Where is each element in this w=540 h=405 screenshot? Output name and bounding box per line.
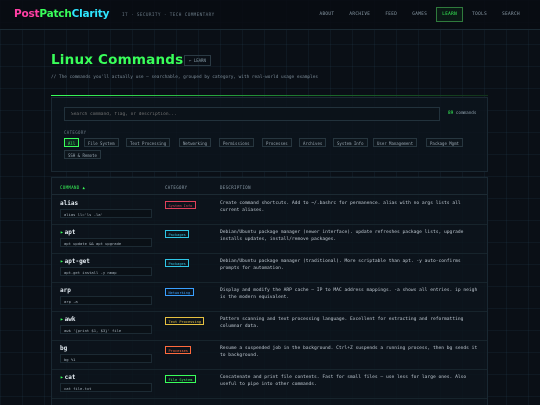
nav-search[interactable]: SEARCH — [496, 7, 526, 22]
command-label: cat — [64, 374, 76, 381]
header-category[interactable]: CATEGORY — [165, 185, 187, 190]
table-row[interactable]: alias alias ll='ls -la' System Info Create … — [52, 196, 487, 225]
command-example: apt-get install -y nmap — [60, 267, 152, 276]
page-subtitle: // The commands you'll actually use — se… — [51, 75, 318, 80]
category-badge[interactable]: Text Processing — [165, 317, 205, 325]
command-description: Pattern scanning and text processing lan… — [220, 317, 464, 329]
page-title: Linux Commands — [51, 52, 184, 68]
logo-part-post: Post — [14, 8, 40, 20]
command-example: bg %1 — [60, 354, 152, 363]
table-row[interactable]: arp arp -a Networking Display and modify th… — [52, 283, 487, 312]
command-label: apt-get — [64, 258, 90, 265]
table-row[interactable]: ▸apt-get apt-get install -y nmap Packages D… — [52, 254, 487, 283]
table-row[interactable]: ▸awk awk '{print $1, $3}' file Text Proces… — [52, 312, 487, 341]
nav-about[interactable]: ABOUT — [313, 7, 340, 22]
nav-tools[interactable]: TOOLS — [466, 7, 493, 22]
header-command[interactable]: COMMAND ▲ — [60, 185, 85, 190]
command-label: alias — [60, 200, 79, 207]
logo-part-clarity: Clarity — [71, 8, 110, 20]
chip-system-info[interactable]: System Info — [333, 138, 368, 147]
expand-arrow-icon[interactable]: ▸ — [60, 374, 64, 381]
command-example: alias ll='ls -la' — [60, 209, 152, 218]
command-name: ▸apt-get — [60, 258, 90, 265]
chip-user-management[interactable]: User Management — [373, 138, 418, 147]
table-row[interactable]: bg bg %1 Processes Resume a suspended job i… — [52, 341, 487, 370]
category-label: CATEGORY — [64, 130, 87, 135]
category-badge[interactable]: Packages — [165, 230, 190, 238]
chip-archives[interactable]: Archives — [299, 138, 327, 147]
back-to-learn-link[interactable]: ← LEARN — [184, 55, 211, 66]
category-badge[interactable]: Processes — [165, 346, 192, 354]
table-row[interactable]: ▸cat cat file.txt File System Concatenate a… — [52, 370, 487, 399]
table-header: COMMAND ▲ CATEGORY DESCRIPTION — [52, 178, 487, 195]
nav-archive[interactable]: ARCHIVE — [343, 7, 376, 22]
chip-ssh-remote[interactable]: SSH & Remote — [64, 150, 101, 159]
command-name: ▸cat — [60, 374, 75, 381]
nav-learn[interactable]: LEARN — [436, 7, 464, 22]
nav-feed[interactable]: FEED — [379, 7, 403, 22]
chip-permissions[interactable]: Permissions — [219, 138, 254, 147]
filter-panel: 89 commands CATEGORY All File System Tex… — [51, 97, 488, 172]
category-badge[interactable]: Networking — [165, 288, 194, 296]
expand-arrow-icon[interactable]: ▸ — [60, 316, 64, 323]
expand-arrow-icon[interactable]: ▸ — [60, 229, 64, 236]
header-description: DESCRIPTION — [220, 185, 251, 190]
table-row[interactable]: ▸apt apt update && apt upgrade Packages Deb… — [52, 225, 487, 254]
command-count: 89 commands — [448, 111, 476, 116]
command-name: bg — [60, 345, 67, 352]
command-example: arp -a — [60, 296, 152, 305]
command-description: Create command shortcuts. Add to ~/.bash… — [220, 201, 461, 213]
command-example: awk '{print $1, $3}' file — [60, 325, 152, 334]
chip-processes[interactable]: Processes — [262, 138, 292, 147]
logo-part-patch: Patch — [39, 8, 72, 20]
chip-all[interactable]: All — [64, 138, 80, 147]
command-name: ▸apt — [60, 229, 75, 236]
nav-games[interactable]: GAMES — [406, 7, 433, 22]
command-description: Debian/Ubuntu package manager (tradition… — [220, 259, 461, 271]
chip-text-processing[interactable]: Text Processing — [126, 138, 171, 147]
command-example: apt update && apt upgrade — [60, 238, 152, 247]
command-name: ▸awk — [60, 316, 75, 323]
command-description: Debian/Ubuntu package manager (newer int… — [220, 230, 464, 242]
title-divider — [51, 95, 488, 96]
chip-package-mgmt[interactable]: Package Mgmt — [426, 138, 463, 147]
command-label: apt — [64, 229, 76, 236]
command-example: cat file.txt — [60, 383, 152, 392]
category-badge[interactable]: Packages — [165, 259, 190, 267]
command-label: bg — [60, 345, 68, 352]
expand-arrow-icon[interactable]: ▸ — [60, 258, 64, 265]
top-bar: PostPatchClarity IT · SECURITY · TECH CO… — [0, 0, 540, 30]
command-count-label: commands — [455, 111, 477, 116]
chip-networking[interactable]: Networking — [179, 138, 212, 147]
command-label: arp — [60, 287, 71, 294]
command-name: alias — [60, 200, 78, 207]
category-badge[interactable]: File System — [165, 375, 196, 383]
search-input[interactable] — [64, 107, 440, 121]
command-name: arp — [60, 287, 71, 294]
chip-file-system[interactable]: File System — [84, 138, 119, 147]
category-badge[interactable]: System Info — [165, 201, 196, 209]
site-tagline: IT · SECURITY · TECH COMMENTARY — [122, 13, 215, 18]
command-label: awk — [64, 316, 76, 323]
commands-table: COMMAND ▲ CATEGORY DESCRIPTION alias alia… — [51, 177, 488, 405]
command-description: Concatenate and print file contents. Fas… — [220, 375, 467, 387]
site-logo[interactable]: PostPatchClarity — [14, 8, 109, 20]
main-nav: ABOUT ARCHIVE FEED GAMES LEARN TOOLS SEA… — [313, 7, 526, 22]
command-count-value: 89 — [448, 111, 454, 116]
command-description: Resume a suspended job in the background… — [220, 346, 478, 358]
command-description: Display and modify the ARP cache — IP to… — [220, 288, 478, 300]
